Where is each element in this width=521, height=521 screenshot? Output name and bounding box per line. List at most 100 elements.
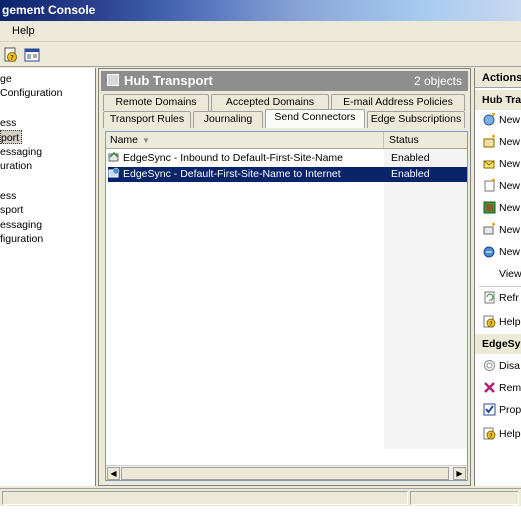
action-label: Disa	[499, 360, 521, 372]
properties-icon	[483, 403, 496, 416]
menu-help[interactable]: Help	[12, 25, 35, 37]
action-label: View	[499, 268, 521, 280]
action-new-send-connector[interactable]: New	[483, 222, 520, 238]
disable-icon	[484, 360, 495, 371]
status-segment-main	[2, 491, 408, 505]
table-row[interactable]: EdgeSync - Inbound to Default-First-Site…	[108, 151, 467, 166]
actions-section-hub: Hub Tra	[475, 90, 521, 110]
action-label: New	[499, 136, 521, 148]
action-label: New	[499, 246, 521, 258]
action-new-email-policy[interactable]: New	[483, 156, 520, 172]
action-remove[interactable]: Rem	[483, 380, 521, 396]
row-name-cell: EdgeSync - Default-First-Site-Name to In…	[108, 167, 341, 182]
horizontal-scrollbar[interactable]: ◀ ▶	[106, 465, 467, 480]
action-label: New	[499, 180, 521, 192]
pane-title: Hub Transport	[124, 73, 213, 88]
send-connectors-list: Name ▼ Status EdgeSync - Inbound to Defau…	[105, 131, 468, 481]
action-properties[interactable]: Prop	[483, 402, 521, 418]
row-name-text: EdgeSync - Inbound to Default-First-Site…	[123, 152, 344, 164]
action-help-edgesync[interactable]: ? Help	[483, 426, 521, 442]
actions-title: Actions	[475, 68, 521, 88]
action-label: New	[499, 158, 521, 170]
help-doc-icon: ?	[4, 47, 17, 62]
tree-item-7[interactable]: sport	[0, 203, 23, 217]
new-transport-rule-icon	[484, 179, 495, 192]
svg-text:?: ?	[10, 54, 14, 62]
tree-item-8[interactable]: essaging	[0, 218, 42, 232]
tree-item-5[interactable]: uration	[0, 159, 32, 173]
action-label: Help	[499, 428, 521, 440]
tree-item-9[interactable]: figuration	[0, 232, 43, 246]
svg-text:?: ?	[489, 321, 492, 328]
actions-pane: Actions Hub Tra New New New New New New …	[474, 68, 521, 486]
status-bar	[0, 488, 521, 506]
column-header-status[interactable]: Status	[385, 132, 467, 148]
new-journal-rule-icon	[483, 201, 496, 214]
tree-item-6[interactable]: ess	[0, 189, 16, 203]
tab-send-connectors[interactable]: Send Connectors	[265, 109, 365, 128]
action-new-remote-domain[interactable]: New	[483, 112, 520, 128]
row-status-cell: Enabled	[391, 152, 430, 164]
remove-icon	[484, 382, 495, 393]
window-title: gement Console	[2, 3, 96, 17]
row-status-cell: Enabled	[391, 168, 430, 180]
action-label: New	[499, 224, 521, 236]
toolbar: ?	[0, 43, 521, 67]
action-label: Rem	[499, 382, 521, 394]
scroll-thumb[interactable]	[121, 467, 449, 480]
action-label: Help	[499, 316, 521, 328]
tree-item-4[interactable]: essaging	[0, 145, 42, 159]
action-new-edge-subscription[interactable]: New	[483, 244, 520, 260]
new-send-connector-icon	[483, 223, 495, 235]
action-new-transport-rule[interactable]: New	[483, 178, 520, 194]
tree-item-hub-transport[interactable]: port	[0, 130, 23, 144]
new-remote-domain-icon	[483, 113, 495, 126]
action-view[interactable]: View	[499, 266, 521, 282]
title-bar: gement Console	[0, 0, 521, 21]
action-label: Refr	[499, 292, 519, 304]
window-bottom-edge	[0, 506, 521, 521]
status-column-background	[384, 149, 467, 449]
new-edge-subscription-icon	[483, 246, 495, 258]
svg-text:?: ?	[489, 433, 492, 440]
column-status-label: Status	[389, 134, 419, 146]
help-icon: ?	[483, 427, 496, 440]
action-label: Prop	[499, 404, 521, 416]
object-count: 2 objects	[413, 74, 462, 88]
action-label: New	[499, 202, 521, 214]
list-header: Name ▼ Status	[106, 132, 467, 149]
tab-journaling[interactable]: Journaling	[193, 111, 263, 128]
action-new-accepted-domain[interactable]: New	[483, 134, 520, 150]
console-tree: ge Configuration ess port essaging urati…	[0, 68, 96, 486]
tree-item-0[interactable]: ge	[0, 72, 12, 86]
menu-bar: Help	[0, 22, 521, 42]
tab-edge-subscriptions[interactable]: Edge Subscriptions	[367, 111, 465, 128]
help-toolbar-button[interactable]: ?	[2, 46, 20, 64]
show-hide-pane-button[interactable]	[23, 46, 41, 64]
refresh-icon	[484, 291, 495, 304]
hub-transport-pane: Hub Transport 2 objects Remote Domains A…	[98, 68, 471, 486]
scroll-left-icon[interactable]: ◀	[107, 467, 120, 480]
column-header-name[interactable]: Name ▼	[106, 132, 384, 148]
help-icon: ?	[483, 315, 496, 328]
row-name-cell: EdgeSync - Inbound to Default-First-Site…	[108, 151, 343, 166]
tree-item-1[interactable]: Configuration	[0, 86, 62, 100]
sort-arrow-icon: ▼	[142, 136, 150, 145]
action-help[interactable]: ? Help	[483, 314, 521, 330]
pane-toggle-icon	[24, 48, 40, 62]
hub-transport-icon	[107, 74, 119, 86]
actions-section-edgesync: EdgeSy	[475, 334, 521, 354]
action-disable[interactable]: Disa	[483, 358, 520, 374]
action-new-journal-rule[interactable]: New	[483, 200, 520, 216]
tree-item-2[interactable]: ess	[0, 116, 16, 130]
table-row-selected[interactable]: EdgeSync - Default-First-Site-Name to In…	[108, 167, 467, 182]
connector-internet-icon	[108, 167, 120, 178]
tab-remote-domains[interactable]: Remote Domains	[103, 94, 209, 111]
pane-header: Hub Transport 2 objects	[101, 71, 468, 91]
connector-inbound-icon	[108, 151, 119, 162]
tab-transport-rules[interactable]: Transport Rules	[103, 111, 191, 128]
scroll-right-icon[interactable]: ▶	[453, 467, 466, 480]
action-refresh[interactable]: Refr	[483, 290, 519, 306]
row-name-text: EdgeSync - Default-First-Site-Name to In…	[123, 168, 341, 180]
actions-divider	[479, 286, 521, 287]
